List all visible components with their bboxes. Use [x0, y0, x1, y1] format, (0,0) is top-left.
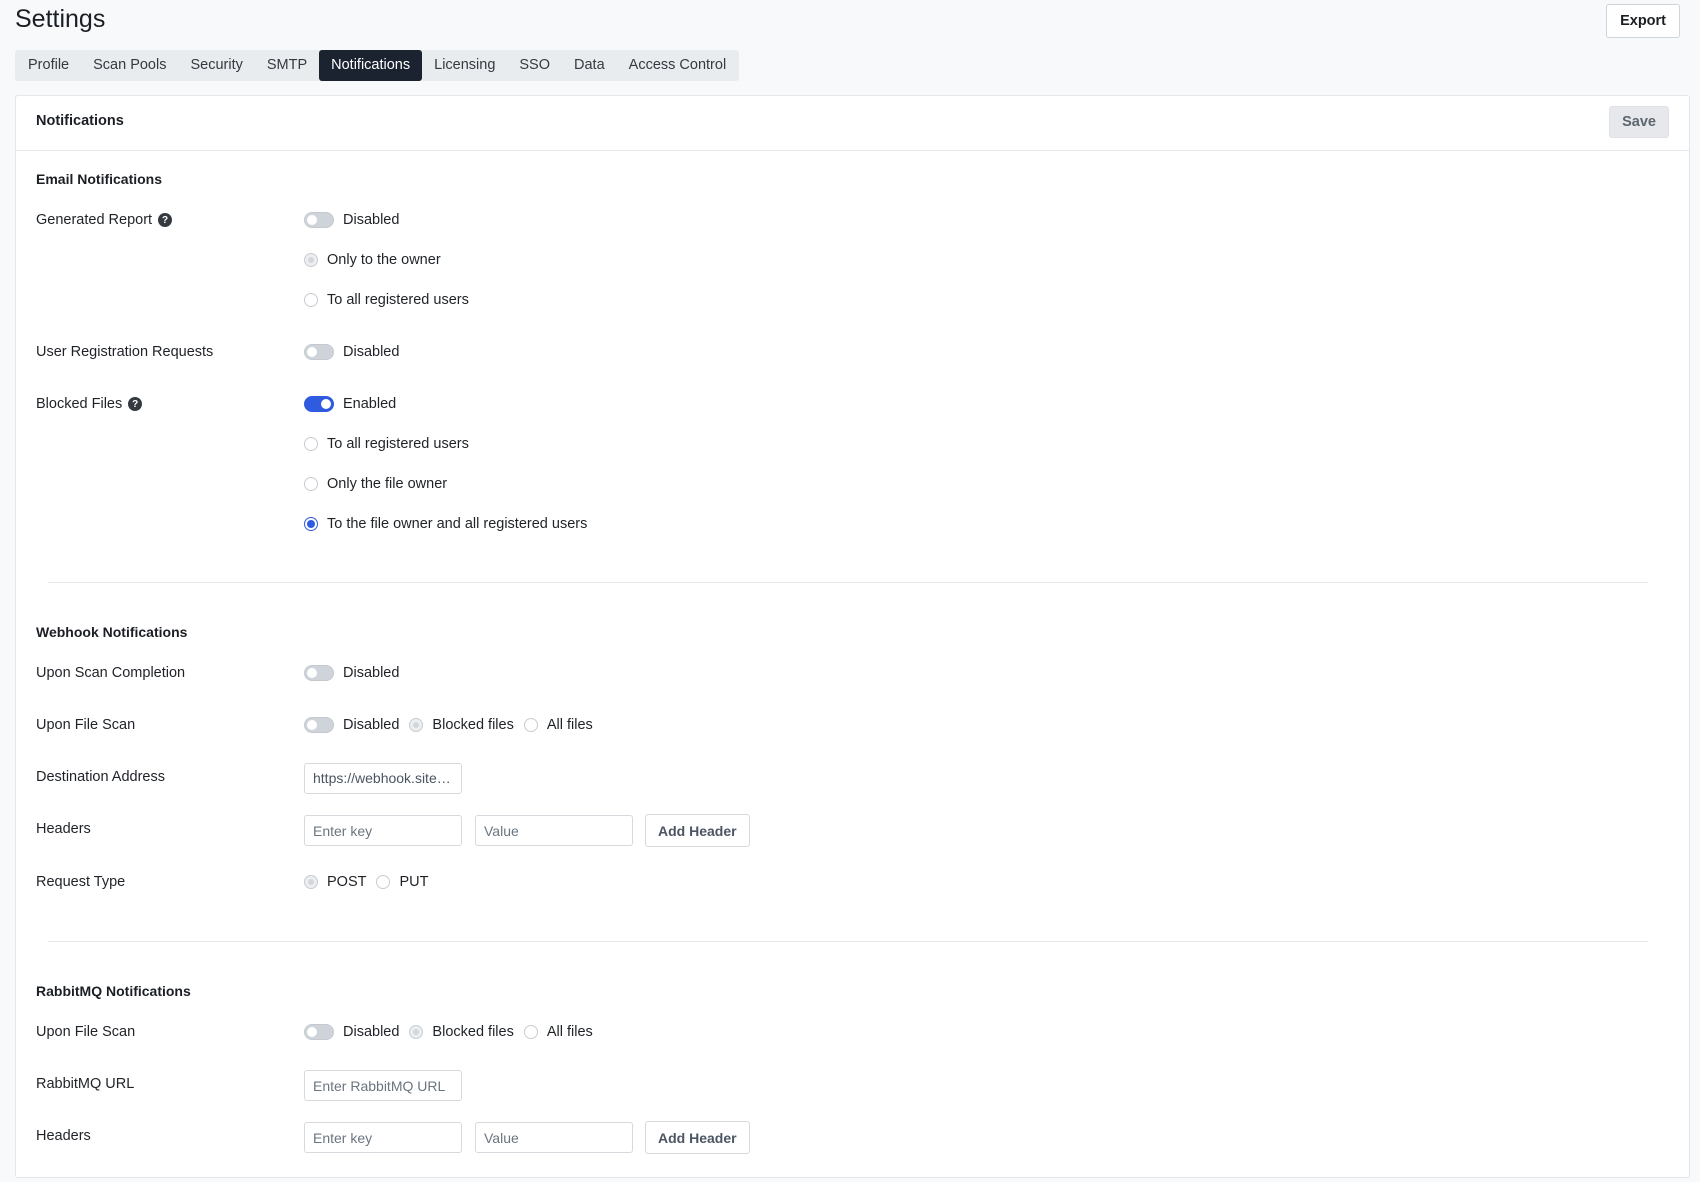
radio-button[interactable] — [523, 718, 538, 732]
blocked-files-label: Blocked Files ? — [36, 396, 143, 412]
tab-access-control[interactable]: Access Control — [617, 50, 739, 81]
radio-label: To all registered users — [327, 436, 469, 452]
card-header: Notifications Save — [16, 96, 1689, 151]
rabbitmq-file-scan-label: Upon File Scan — [36, 1024, 136, 1040]
blocked-files-text: Blocked Files — [36, 396, 123, 412]
webhook-file-scan-controls: Disabled Blocked files All files — [304, 717, 593, 733]
radio-blocked-all-users[interactable]: To all registered users — [304, 436, 469, 452]
webhook-add-header-button[interactable]: Add Header — [645, 814, 750, 847]
tab-sso[interactable]: SSO — [507, 50, 562, 81]
toggle-label: Enabled — [343, 396, 397, 412]
toggle-label: Disabled — [343, 344, 400, 360]
rabbitmq-section-title: RabbitMQ Notifications — [36, 983, 191, 999]
toggle-label: Disabled — [343, 717, 400, 733]
top-bar: Settings Export — [0, 0, 1700, 46]
help-icon[interactable]: ? — [128, 397, 143, 411]
radio-label-all-files: All files — [546, 1024, 593, 1040]
request-type-controls: POST PUT — [304, 874, 428, 890]
tab-profile[interactable]: Profile — [16, 50, 81, 81]
tab-licensing[interactable]: Licensing — [422, 50, 507, 81]
webhook-header-key-input[interactable] — [304, 815, 462, 846]
page-title: Settings — [15, 5, 106, 33]
user-registration-label: User Registration Requests — [36, 344, 214, 360]
rabbitmq-headers-label: Headers — [36, 1128, 91, 1144]
request-type-label: Request Type — [36, 874, 126, 890]
radio-all-users[interactable]: To all registered users — [304, 292, 469, 308]
rabbitmq-add-header-button[interactable]: Add Header — [645, 1121, 750, 1154]
destination-address-input[interactable]: https://webhook.site/… — [304, 763, 462, 794]
radio-button[interactable] — [523, 1025, 538, 1039]
export-button[interactable]: Export — [1606, 4, 1680, 38]
card-title: Notifications — [36, 113, 124, 129]
toggle-label: Disabled — [343, 212, 400, 228]
generated-report-label: Generated Report ? — [36, 212, 173, 228]
radio-label: Only to the owner — [327, 252, 441, 268]
radio-label-blocked-files: Blocked files — [432, 1024, 514, 1040]
radio-button[interactable] — [304, 253, 318, 267]
generated-report-text: Generated Report — [36, 212, 153, 228]
webhook-header-value-input[interactable] — [475, 815, 633, 846]
rabbitmq-file-scan-controls: Disabled Blocked files All files — [304, 1024, 593, 1040]
rabbitmq-url-input[interactable] — [304, 1070, 462, 1101]
webhook-headers-label: Headers — [36, 821, 91, 837]
section-divider — [48, 582, 1648, 583]
email-section-title: Email Notifications — [36, 171, 163, 187]
tab-security[interactable]: Security — [178, 50, 254, 81]
radio-label-put: PUT — [399, 874, 429, 890]
radio-button[interactable] — [304, 437, 318, 451]
radio-label-post: POST — [327, 874, 367, 890]
radio-button[interactable] — [409, 1025, 424, 1039]
tab-data[interactable]: Data — [562, 50, 617, 81]
toggle-switch[interactable] — [304, 396, 334, 412]
toggle-switch[interactable] — [304, 212, 334, 228]
webhook-file-scan-label: Upon File Scan — [36, 717, 136, 733]
radio-label: Only the file owner — [327, 476, 448, 492]
scan-completion-toggle[interactable]: Disabled — [304, 665, 399, 681]
settings-tabs: Profile Scan Pools Security SMTP Notific… — [15, 50, 740, 81]
blocked-files-toggle[interactable]: Enabled — [304, 396, 396, 412]
rabbitmq-header-value-input[interactable] — [475, 1122, 633, 1153]
radio-blocked-file-owner[interactable]: Only the file owner — [304, 476, 447, 492]
toggle-label: Disabled — [343, 1024, 400, 1040]
rabbitmq-url-label: RabbitMQ URL — [36, 1076, 135, 1092]
tab-scan-pools[interactable]: Scan Pools — [81, 50, 178, 81]
toggle-switch[interactable] — [304, 717, 334, 733]
toggle-switch[interactable] — [304, 665, 334, 681]
section-divider — [48, 941, 1648, 942]
radio-button[interactable] — [376, 875, 391, 889]
radio-button[interactable] — [409, 718, 424, 732]
radio-button[interactable] — [304, 517, 318, 531]
radio-button[interactable] — [304, 477, 318, 491]
save-button[interactable]: Save — [1609, 106, 1669, 138]
radio-label: To the file owner and all registered use… — [327, 516, 588, 532]
radio-blocked-owner-and-all[interactable]: To the file owner and all registered use… — [304, 516, 587, 532]
toggle-label: Disabled — [343, 665, 400, 681]
tab-notifications[interactable]: Notifications — [319, 50, 423, 81]
help-icon[interactable]: ? — [158, 213, 173, 227]
webhook-section-title: Webhook Notifications — [36, 624, 188, 640]
radio-button[interactable] — [304, 293, 318, 307]
toggle-switch[interactable] — [304, 1024, 334, 1040]
radio-label: To all registered users — [327, 292, 469, 308]
scan-completion-label: Upon Scan Completion — [36, 665, 186, 681]
toggle-switch[interactable] — [304, 344, 334, 360]
radio-button[interactable] — [304, 875, 318, 889]
user-registration-toggle[interactable]: Disabled — [304, 344, 399, 360]
radio-label-all-files: All files — [546, 717, 593, 733]
generated-report-toggle[interactable]: Disabled — [304, 212, 399, 228]
rabbitmq-header-key-input[interactable] — [304, 1122, 462, 1153]
destination-address-label: Destination Address — [36, 769, 165, 785]
radio-label-blocked-files: Blocked files — [432, 717, 514, 733]
radio-only-owner[interactable]: Only to the owner — [304, 252, 441, 268]
notifications-card: Notifications Save Email Notifications G… — [15, 95, 1690, 1178]
tab-smtp[interactable]: SMTP — [255, 50, 319, 81]
